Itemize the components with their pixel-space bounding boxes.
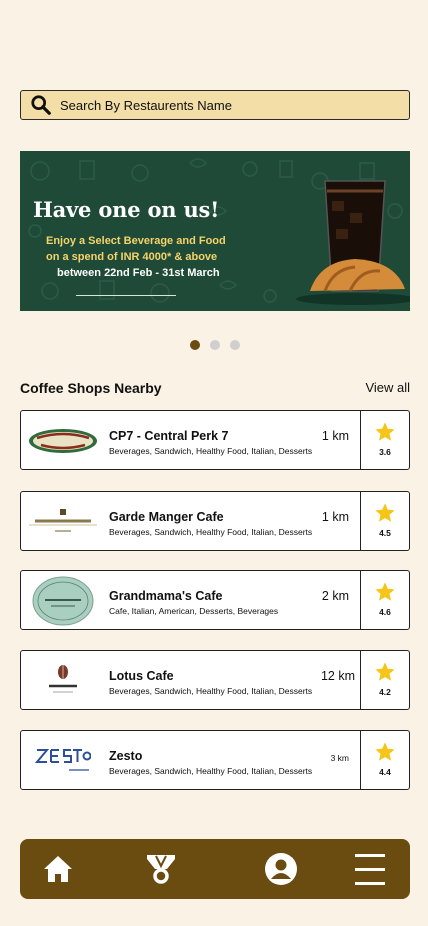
banner-date-line: between 22nd Feb - 31st March [57,267,220,279]
restaurant-tags: Beverages, Sandwich, Healthy Food, Itali… [109,527,313,537]
zesto-logo [23,736,103,786]
banner-offer-line-2: on a spend of INR 4000* & above [46,251,218,263]
carousel-dot-2[interactable] [210,340,220,350]
banner-offer-line-1: Enjoy a Select Beverage and Food [46,235,226,247]
carousel-dot-1[interactable] [190,340,200,350]
profile-icon [265,853,297,885]
bottom-nav [20,839,410,899]
restaurant-distance: 2 km [321,589,349,603]
restaurant-name: Grandmama's Cafe [109,589,223,603]
rating-value: 3.6 [379,447,391,457]
star-icon [375,742,395,761]
lotus-logo [23,656,103,706]
star-icon [375,662,395,681]
grandmamas-logo [23,576,103,626]
restaurant-name: CP7 - Central Perk 7 [109,429,229,443]
restaurant-card[interactable]: Grandmama's Cafe Cafe, Italian, American… [20,570,410,630]
menu-icon [355,854,385,885]
home-icon [44,856,72,882]
section-title: Coffee Shops Nearby [20,380,162,396]
rating-value: 4.2 [379,687,391,697]
carousel-dots [190,340,240,350]
star-icon [375,422,395,441]
rating-box: 4.6 [360,571,409,629]
restaurant-distance: 1 km [321,510,349,524]
star-icon [375,582,395,601]
central-perk-logo [23,416,103,466]
restaurant-tags: Beverages, Sandwich, Healthy Food, Itali… [109,766,313,776]
promo-banner[interactable]: Have one on us! Enjoy a Select Beverage … [20,151,410,311]
rating-value: 4.5 [379,528,391,538]
search-icon [29,93,53,117]
menu-button[interactable] [353,851,387,887]
banner-underline [76,295,176,296]
restaurant-distance: 1 km [321,429,349,443]
restaurant-distance: 12 km [320,669,355,683]
medal-icon [147,855,175,884]
restaurant-name: Zesto [109,749,143,763]
profile-button[interactable] [264,852,298,886]
rating-value: 4.4 [379,767,391,777]
banner-headline: Have one on us! [33,197,220,222]
restaurant-tags: Beverages, Sandwich, Healthy Food, Itali… [109,446,313,456]
restaurant-name: Garde Manger Cafe [109,510,224,524]
restaurant-name: Lotus Cafe [109,669,174,683]
home-button[interactable] [42,853,74,885]
garde-manger-logo [23,497,103,547]
rewards-button[interactable] [145,853,177,885]
restaurant-tags: Beverages, Sandwich, Healthy Food, Itali… [109,686,313,696]
restaurant-distance: 3 km [330,753,349,763]
rating-box: 4.2 [360,651,409,709]
restaurant-tags: Cafe, Italian, American, Desserts, Bever… [109,606,279,616]
restaurant-card[interactable]: Zesto Beverages, Sandwich, Healthy Food,… [20,730,410,790]
star-icon [375,503,395,522]
coffee-croissant-image [296,180,410,305]
rating-box: 4.5 [360,492,409,550]
restaurant-card[interactable]: Lotus Cafe Beverages, Sandwich, Healthy … [20,650,410,710]
rating-box: 3.6 [360,411,409,469]
rating-value: 4.6 [379,607,391,617]
search-input[interactable] [60,97,390,113]
restaurant-card[interactable]: CP7 - Central Perk 7 Beverages, Sandwich… [20,410,410,470]
carousel-dot-3[interactable] [230,340,240,350]
search-bar[interactable] [20,90,410,120]
restaurant-card[interactable]: Garde Manger Cafe Beverages, Sandwich, H… [20,491,410,551]
rating-box: 4.4 [360,731,409,789]
view-all-link[interactable]: View all [365,380,410,395]
